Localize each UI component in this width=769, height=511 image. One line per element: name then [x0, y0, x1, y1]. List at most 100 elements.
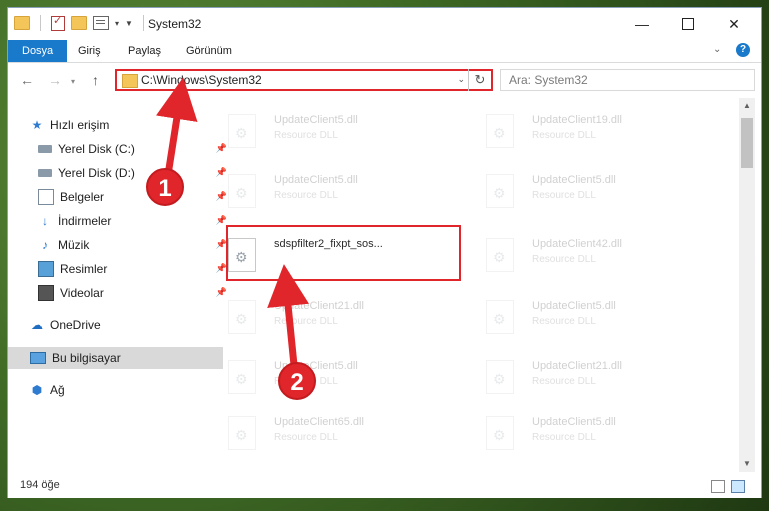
refresh-button[interactable]: ↻	[468, 69, 491, 91]
file-type: Resource DLL	[274, 130, 338, 141]
file-type: Resource DLL	[274, 432, 338, 443]
sidebar-item-label: Belgeler	[60, 190, 105, 204]
dll-file-icon	[486, 238, 514, 272]
dll-file-icon	[228, 300, 256, 334]
tab-home[interactable]: Giriş	[68, 40, 111, 62]
file-name: UpdateClient5.dll	[532, 174, 616, 186]
file-name: UpdateClient19.dll	[532, 114, 622, 126]
computer-icon	[30, 352, 46, 364]
file-type: Resource DLL	[274, 190, 338, 201]
address-bar[interactable]: C:\Windows\System32 ⌄ ↻	[115, 69, 493, 91]
help-icon[interactable]: ?	[736, 43, 750, 57]
file-name: UpdateClient42.dll	[532, 238, 622, 250]
file-item[interactable]: UpdateClient5.dll Resource DLL	[476, 294, 716, 344]
sidebar-item-label: Videolar	[60, 286, 104, 300]
disk-icon	[38, 145, 52, 153]
file-list: UpdateClient5.dll Resource DLL UpdateCli…	[218, 98, 738, 470]
file-type: Resource DLL	[274, 316, 338, 327]
maximize-icon	[682, 18, 694, 30]
tab-view[interactable]: Görünüm	[176, 40, 242, 62]
file-item[interactable]: UpdateClient42.dll Resource DLL	[476, 232, 716, 282]
file-item[interactable]: UpdateClient19.dll Resource DLL	[476, 108, 716, 158]
sidebar-item-label: İndirmeler	[58, 214, 112, 228]
item-count: 194 öğe	[20, 479, 60, 491]
file-item[interactable]: UpdateClient5.dll Resource DLL	[218, 168, 458, 218]
properties-check-icon[interactable]	[51, 14, 65, 31]
scrollbar-thumb[interactable]	[741, 118, 753, 168]
tab-file[interactable]: Dosya	[8, 40, 68, 62]
file-item[interactable]: UpdateClient5.dll Resource DLL	[218, 108, 458, 158]
folder-icon	[14, 16, 30, 30]
dll-file-icon	[486, 416, 514, 450]
file-item[interactable]: UpdateClient5.dll Resource DLL	[218, 354, 458, 404]
sidebar-item-videos[interactable]: Videolar 📌	[8, 282, 231, 304]
file-item[interactable]: UpdateClient65.dll Resource DLL	[218, 410, 458, 460]
customize-toolbar-icon[interactable]: ▼	[125, 19, 133, 28]
sidebar-item-label: Müzik	[58, 238, 90, 252]
status-bar: 194 öğe	[8, 474, 761, 498]
ribbon-tabs: Dosya Giriş Paylaş Görünüm ⌄ ?	[8, 40, 761, 63]
file-name: UpdateClient5.dll	[274, 174, 358, 186]
sidebar-item-network[interactable]: ⬢ Ağ	[8, 379, 223, 401]
file-item[interactable]: UpdateClient21.dll Resource DLL	[218, 294, 458, 344]
forward-button[interactable]: →	[48, 72, 62, 88]
file-item[interactable]: UpdateClient21.dll Resource DLL	[476, 354, 716, 404]
file-item[interactable]: UpdateClient5.dll Resource DLL	[476, 168, 716, 218]
navigation-pane: ★ Hızlı erişim Yerel Disk (C:) 📌 Yerel D…	[8, 98, 227, 478]
sidebar-item-pictures[interactable]: Resimler 📌	[8, 258, 231, 280]
up-button[interactable]: ↑	[92, 72, 99, 88]
sidebar-item-this-pc[interactable]: Bu bilgisayar	[8, 347, 223, 369]
sidebar-item-music[interactable]: ♪ Müzik 📌	[8, 234, 231, 256]
scroll-down-icon[interactable]: ▼	[739, 456, 755, 472]
expand-ribbon-icon[interactable]: ⌄	[713, 44, 721, 55]
file-type: Resource DLL	[532, 130, 596, 141]
sidebar-item-quick-access[interactable]: ★ Hızlı erişim	[8, 114, 223, 136]
sidebar-item-downloads[interactable]: ↓ İndirmeler 📌	[8, 210, 231, 232]
file-type: Resource DLL	[532, 376, 596, 387]
sidebar-item-onedrive[interactable]: ☁ OneDrive	[8, 314, 223, 336]
title-bar: ▾ ▼ System32 — ✕	[8, 8, 761, 40]
file-type: Resource DLL	[532, 190, 596, 201]
sidebar-item-label: Yerel Disk (D:)	[58, 166, 135, 180]
sidebar-item-label: Resimler	[60, 262, 108, 276]
document-icon	[38, 189, 54, 205]
file-name: UpdateClient21.dll	[274, 300, 364, 312]
dll-file-icon	[228, 174, 256, 208]
new-folder-icon[interactable]	[71, 16, 87, 30]
dll-file-icon	[486, 300, 514, 334]
chevron-down-icon[interactable]: ▾	[115, 19, 119, 28]
sidebar-item-disk-d[interactable]: Yerel Disk (D:) 📌	[8, 162, 231, 184]
scroll-up-icon[interactable]: ▲	[739, 98, 755, 114]
sidebar-item-label: Hızlı erişim	[50, 118, 110, 132]
file-name: UpdateClient5.dll	[532, 416, 616, 428]
window-title: System32	[148, 17, 202, 31]
maximize-button[interactable]	[665, 8, 711, 40]
dll-file-icon	[228, 416, 256, 450]
sidebar-item-label: Ağ	[50, 383, 65, 397]
address-path[interactable]: C:\Windows\System32	[141, 73, 262, 87]
folder-icon	[122, 74, 138, 88]
file-item[interactable]: UpdateClient5.dll Resource DLL	[476, 410, 716, 460]
file-name: UpdateClient21.dll	[532, 360, 622, 372]
large-icons-view-icon[interactable]	[731, 480, 745, 493]
details-view-icon[interactable]	[711, 480, 725, 493]
dll-file-icon	[486, 360, 514, 394]
chevron-down-icon[interactable]: ⌄	[457, 74, 465, 85]
music-icon: ♪	[42, 238, 48, 252]
close-button[interactable]: ✕	[711, 8, 757, 40]
dll-file-icon	[486, 174, 514, 208]
recent-locations-button[interactable]: ▾	[71, 77, 75, 86]
tab-share[interactable]: Paylaş	[118, 40, 171, 62]
step-badge-2: 2	[278, 362, 316, 400]
highlight-box-file	[226, 225, 461, 281]
vertical-scrollbar[interactable]: ▲ ▼	[739, 98, 755, 472]
file-type: Resource DLL	[532, 316, 596, 327]
properties-icon[interactable]	[93, 16, 109, 30]
sidebar-item-disk-c[interactable]: Yerel Disk (C:) 📌	[8, 138, 231, 160]
sidebar-item-documents[interactable]: Belgeler 📌	[8, 186, 231, 208]
sidebar-item-label: OneDrive	[50, 318, 101, 332]
search-input[interactable]: Ara: System32	[500, 69, 755, 91]
minimize-button[interactable]: —	[619, 8, 665, 40]
dll-file-icon	[228, 360, 256, 394]
back-button[interactable]: ←	[20, 72, 34, 88]
